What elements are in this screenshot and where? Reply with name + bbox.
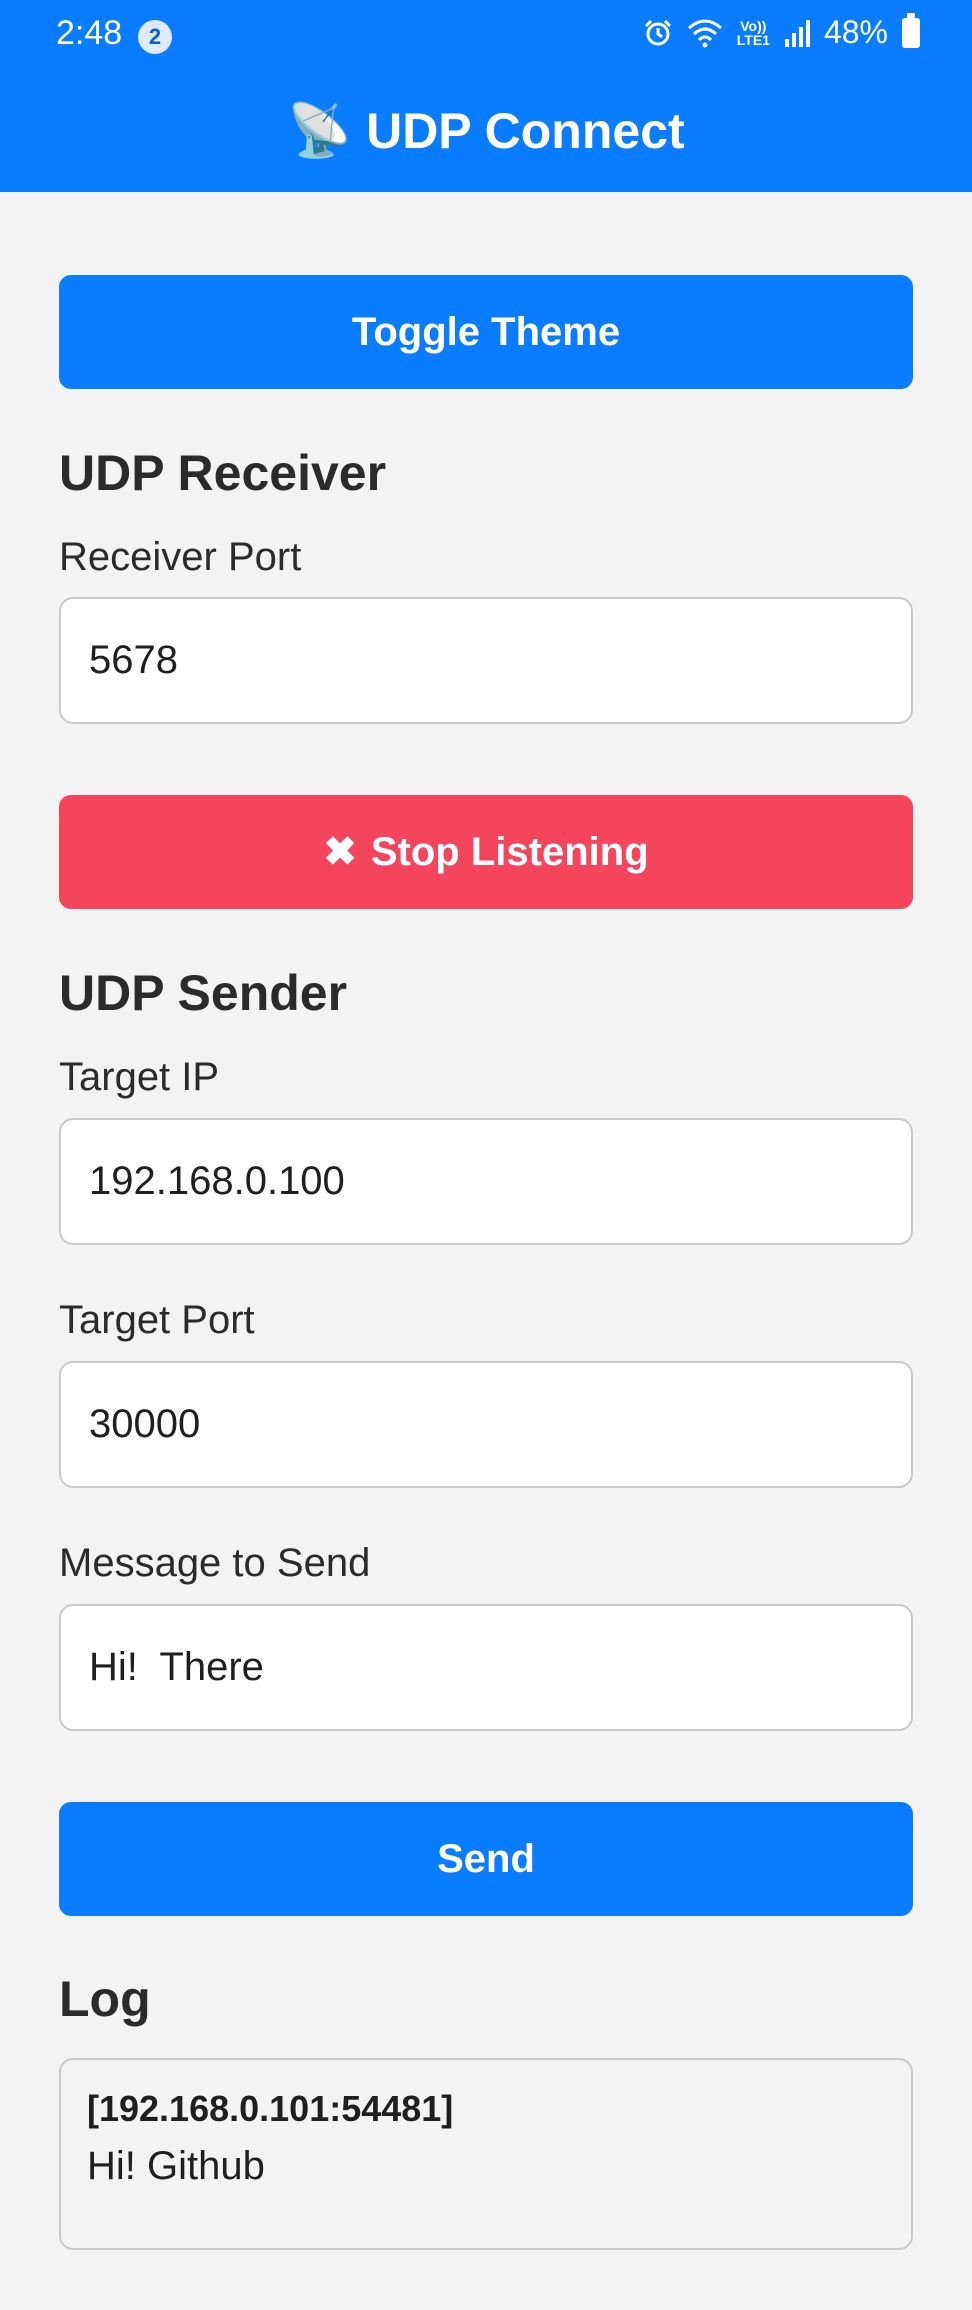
send-button[interactable]: Send — [59, 1802, 913, 1916]
app-header: 2:48 2 Vo)) LTE1 48% 📡 UDP Connect — [0, 0, 972, 192]
message-label: Message to Send — [59, 1541, 371, 1585]
status-bar: 2:48 2 Vo)) LTE1 48% — [0, 0, 972, 72]
receiver-heading: UDP Receiver — [59, 445, 387, 501]
volte-bottom-text: LTE1 — [736, 31, 770, 48]
target-ip-field[interactable]: 192.168.0.100 — [59, 1118, 913, 1245]
stop-listening-label: Stop Listening — [370, 829, 649, 874]
stop-listening-button[interactable]: ✖ Stop Listening — [59, 795, 913, 909]
log-entry-message: Hi! Github — [87, 2144, 265, 2188]
log-box: [192.168.0.101:54481] Hi! Github — [59, 2058, 913, 2250]
close-icon: ✖ — [323, 830, 357, 874]
message-field[interactable]: Hi! There — [59, 1604, 913, 1731]
log-heading: Log — [59, 1971, 151, 2027]
status-icons: Vo)) LTE1 48% — [643, 12, 920, 51]
target-ip-label: Target IP — [59, 1055, 220, 1099]
app-title-text: UDP Connect — [366, 103, 685, 159]
log-entry-source: [192.168.0.101:54481] — [87, 2088, 454, 2129]
receiver-port-value: 5678 — [89, 638, 178, 682]
wifi-icon — [687, 18, 723, 48]
status-time: 2:48 — [56, 14, 123, 52]
battery-percent: 48% — [823, 14, 888, 50]
receiver-port-label: Receiver Port — [59, 535, 302, 579]
target-port-field[interactable]: 30000 — [59, 1361, 913, 1488]
notification-badge: 2 — [138, 20, 172, 54]
volte-top-text: Vo)) — [740, 17, 767, 34]
app-title: 📡 UDP Connect — [0, 100, 972, 161]
target-ip-value: 192.168.0.100 — [89, 1159, 345, 1203]
volte-indicator: Vo)) LTE1 — [737, 19, 770, 47]
battery-icon — [902, 12, 920, 48]
satellite-antenna-icon: 📡 — [287, 102, 353, 160]
message-value: Hi! There — [89, 1645, 264, 1689]
receiver-port-field[interactable]: 5678 — [59, 597, 913, 724]
alarm-icon — [643, 18, 673, 48]
target-port-label: Target Port — [59, 1298, 255, 1342]
target-port-value: 30000 — [89, 1402, 201, 1446]
signal-icon — [784, 19, 810, 47]
toggle-theme-button[interactable]: Toggle Theme — [59, 275, 913, 389]
sender-heading: UDP Sender — [59, 965, 348, 1021]
